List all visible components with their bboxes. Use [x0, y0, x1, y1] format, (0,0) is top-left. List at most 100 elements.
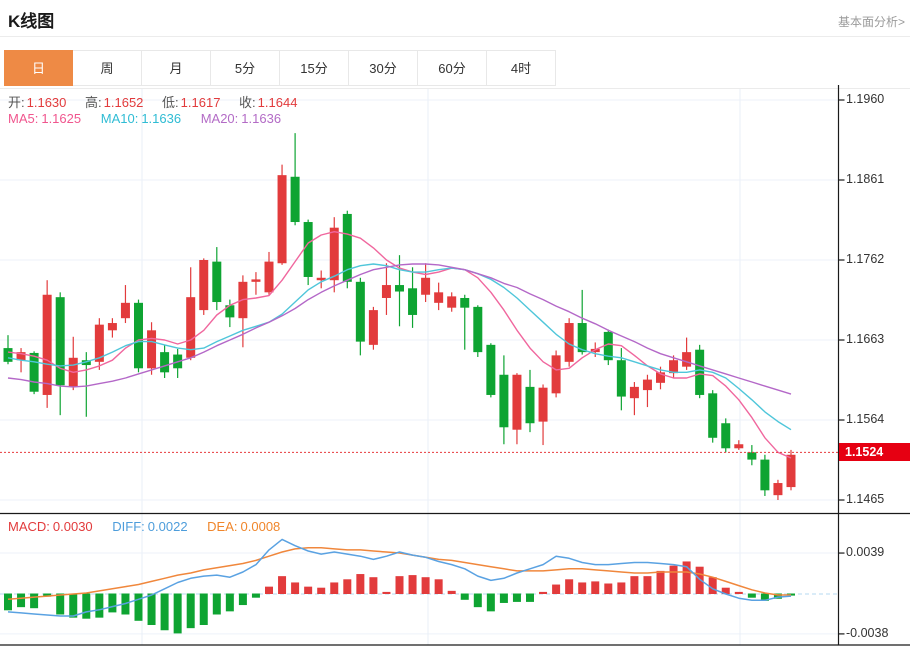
candle-body — [642, 379, 652, 391]
macd-bar — [225, 593, 234, 612]
macd-bar — [578, 582, 587, 594]
candle-body — [368, 310, 378, 345]
macd-bar — [369, 577, 378, 594]
ma-legend: MA5: 1.1625 MA10: 1.1636 MA20: 1.1636 — [8, 111, 297, 126]
candle-body — [251, 279, 261, 282]
macd-bar — [708, 577, 717, 594]
macd-label: MACD: — [8, 519, 50, 534]
candle-body — [629, 386, 639, 399]
macd-bar — [108, 593, 117, 613]
close-label: 收: — [239, 95, 256, 110]
low-value: 1.1617 — [180, 95, 221, 110]
candle-body — [551, 355, 561, 394]
macd-bar — [486, 593, 495, 612]
macd-bar — [4, 593, 12, 611]
ma10-label: MA10: — [100, 111, 139, 126]
macd-bar — [669, 565, 678, 594]
candle-body — [773, 483, 783, 496]
candle-body — [134, 302, 143, 369]
y-axis-label: 1.1663 — [846, 332, 885, 346]
candle-body — [381, 285, 391, 298]
macd-value: 0.0030 — [52, 519, 93, 534]
kline-widget: K线图 基本面分析> 日 周 月 5分 15分 30分 60分 4时 开: 1.1… — [0, 0, 910, 647]
candle-body — [721, 423, 731, 449]
macd-bar — [747, 593, 756, 598]
macd-bar — [173, 593, 182, 634]
low-label: 低: — [162, 95, 179, 110]
close-value: 1.1644 — [257, 95, 298, 110]
candle-body — [538, 387, 548, 422]
gridlines — [0, 89, 839, 645]
candle-body — [329, 227, 339, 281]
diff-value: 0.0022 — [147, 519, 188, 534]
ma20-value: 1.1636 — [241, 111, 282, 126]
macd-bar — [421, 577, 430, 594]
ma10-value: 1.1636 — [141, 111, 182, 126]
candle-body — [708, 393, 718, 438]
high-label: 高: — [85, 95, 102, 110]
candle-body — [525, 386, 535, 424]
macd-bar — [291, 582, 300, 594]
candle-body — [499, 374, 509, 428]
candle-body — [355, 281, 365, 342]
macd-bar — [512, 593, 521, 602]
candle-body — [55, 297, 65, 386]
ohlc-readout: 开: 1.1630 高: 1.1652 低: 1.1617 收: 1.1644 — [8, 92, 312, 111]
ma20-label: MA20: — [200, 111, 239, 126]
macd-bar — [69, 593, 78, 618]
candle-body — [290, 176, 300, 223]
macd-bar — [56, 593, 65, 615]
candle-body — [473, 306, 483, 353]
macd-bar — [591, 581, 600, 594]
macd-bar — [656, 570, 665, 594]
macd-bar — [617, 582, 626, 594]
macd-bar — [356, 574, 365, 594]
macd-bar — [382, 591, 391, 594]
macd-bar — [539, 591, 548, 594]
macd-bar — [473, 593, 482, 608]
macd-bar — [395, 576, 404, 594]
y-axis-label: 1.1465 — [846, 492, 885, 506]
macd-bar — [160, 593, 169, 631]
candle-body — [734, 444, 744, 449]
high-value: 1.1652 — [103, 95, 144, 110]
macd-bar — [317, 587, 326, 594]
macd-bar — [330, 582, 339, 594]
diff-label: DIFF: — [112, 519, 145, 534]
macd-bar — [499, 593, 508, 603]
candle-body — [303, 222, 313, 277]
candle-body — [147, 330, 157, 369]
candle-body — [120, 302, 130, 319]
macd-readout: MACD: 0.0030 DIFF: 0.0022 DEA: 0.0008 — [8, 519, 296, 534]
macd-bar — [304, 586, 313, 594]
candle-body — [3, 348, 13, 362]
candles-layer — [3, 133, 796, 501]
candle-body — [786, 454, 796, 488]
macd-bar — [526, 593, 534, 602]
candle-body — [408, 288, 418, 315]
macd-bar — [460, 593, 469, 600]
candle-body — [616, 360, 626, 397]
candle-body — [29, 352, 39, 392]
macd-bar — [734, 591, 743, 594]
macd-bar — [186, 593, 195, 629]
macd-bar — [408, 575, 417, 594]
macd-bar — [95, 593, 104, 618]
candle-body — [42, 294, 52, 395]
candle-body — [395, 285, 404, 292]
candle-body — [460, 297, 470, 308]
candle-body — [447, 296, 457, 308]
dea-label: DEA: — [207, 519, 238, 534]
candle-body — [264, 261, 274, 293]
macd-bar — [212, 593, 221, 615]
current-price-tag: 1.1524 — [839, 443, 910, 462]
y-axis-label: 1.1564 — [846, 412, 885, 426]
candle-body — [199, 260, 209, 311]
candle-body — [421, 277, 431, 295]
macd-bar — [565, 579, 574, 594]
macd-bar — [82, 593, 91, 619]
macd-bar — [30, 593, 39, 609]
candle-body — [212, 261, 222, 303]
candle-body — [160, 352, 170, 373]
macd-bar — [604, 583, 613, 594]
